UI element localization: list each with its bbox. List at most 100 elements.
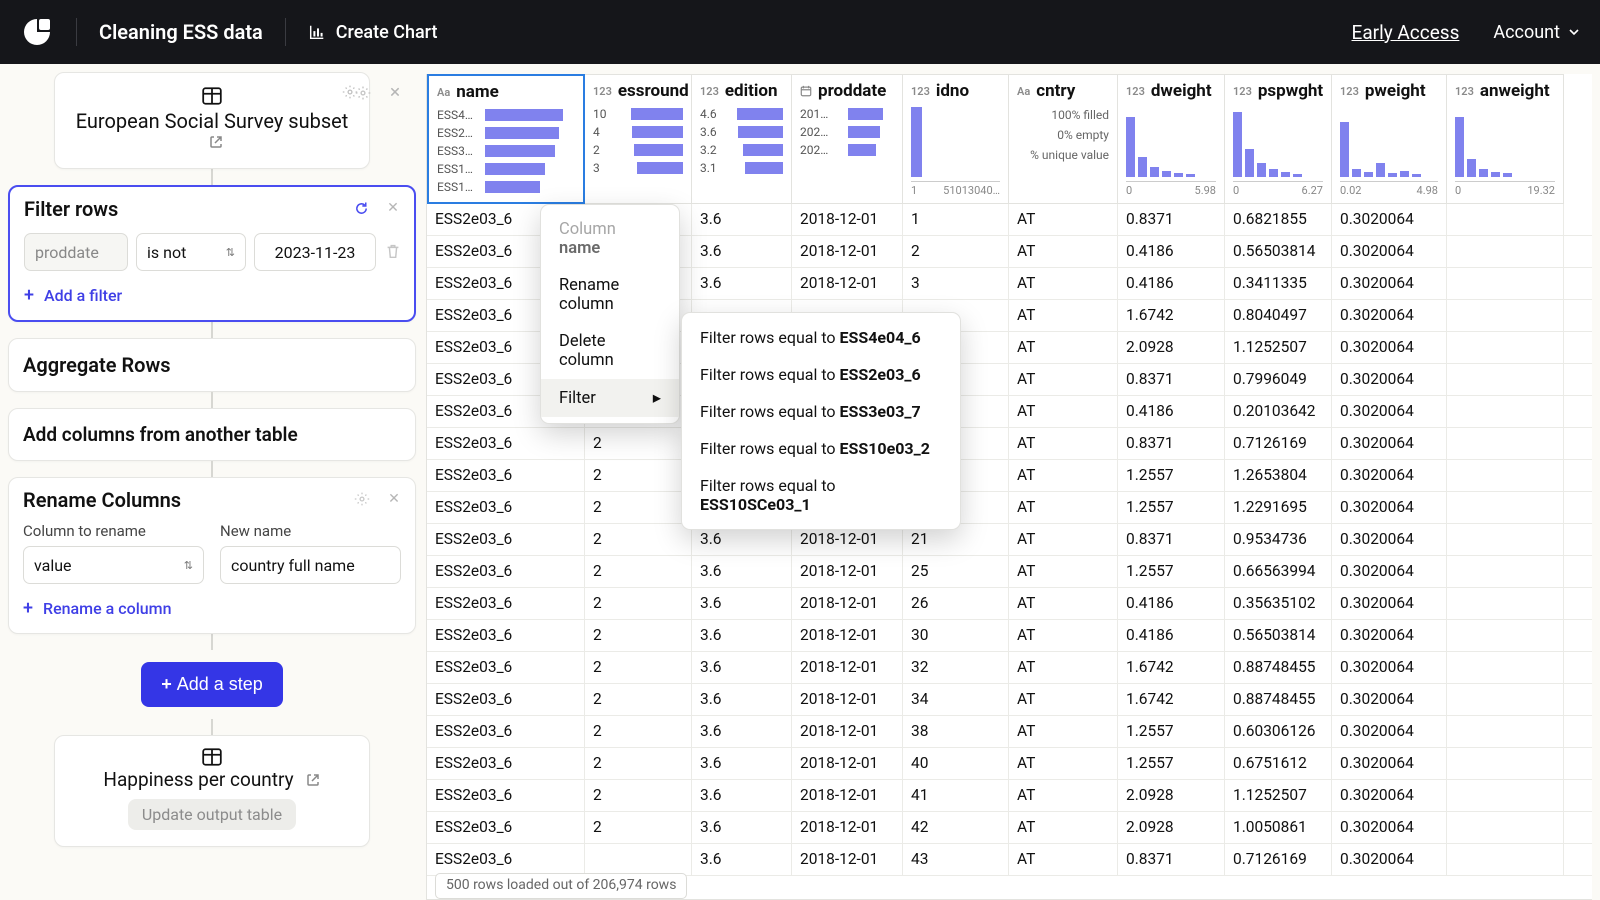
table-row[interactable]: ESS2e03_62AT1.25571.26538040.3020064 <box>427 460 1592 492</box>
cell-anweight <box>1447 620 1564 651</box>
column-header-pweight[interactable]: 123pweight0.024.98 <box>1332 74 1447 204</box>
cell-edition: 3.6 <box>692 236 792 267</box>
cell-cntry: AT <box>1009 236 1118 267</box>
ctx-delete-column[interactable]: Delete column <box>541 323 679 379</box>
table-row[interactable]: ESS2e03_623.62018-12-0125AT1.25570.66563… <box>427 556 1592 588</box>
create-chart-button[interactable]: Create Chart <box>308 22 438 43</box>
add-filter-link[interactable]: Add a filter <box>24 285 400 306</box>
cell-pspwght: 0.6751612 <box>1225 748 1332 779</box>
filter-equal-option[interactable]: Filter rows equal to ESS2e03_6 <box>682 356 960 393</box>
filter-equal-option[interactable]: Filter rows equal to ESS10e03_2 <box>682 430 960 467</box>
app-logo[interactable] <box>20 15 54 49</box>
table-row[interactable]: ESS2e03_623.62018-12-0134AT1.67420.88748… <box>427 684 1592 716</box>
filter-equal-option[interactable]: Filter rows equal to ESS3e03_7 <box>682 393 960 430</box>
column-header-proddate[interactable]: proddate201…202…202… <box>792 74 903 204</box>
table-row[interactable]: ESS2e03_623.62018-12-0140AT1.25570.67516… <box>427 748 1592 780</box>
column-header-essround[interactable]: 123essround10423 <box>585 74 692 204</box>
cell-name: ESS2e03_6 <box>427 652 585 683</box>
cell-pweight: 0.3020064 <box>1332 364 1447 395</box>
refresh-icon[interactable] <box>353 200 370 217</box>
cell-idno: 34 <box>903 684 1009 715</box>
add-step-button[interactable]: Add a step <box>141 662 283 707</box>
step-aggregate-rows[interactable]: Aggregate Rows <box>8 338 416 392</box>
cell-pweight: 0.3020064 <box>1332 588 1447 619</box>
ctx-filter[interactable]: Filter ▸ <box>541 379 679 417</box>
cell-dweight: 0.8371 <box>1118 364 1225 395</box>
cell-essround: 2 <box>585 524 692 555</box>
cell-idno: 38 <box>903 716 1009 747</box>
table-row[interactable]: ESS2e03_623.62018-12-0126AT0.41860.35635… <box>427 588 1592 620</box>
trash-icon[interactable] <box>384 242 402 262</box>
close-icon[interactable] <box>384 199 402 217</box>
table-row[interactable]: ESS2e03_623.62018-12-0142AT2.09281.00508… <box>427 812 1592 844</box>
gear-icon[interactable] <box>353 490 371 508</box>
divider <box>76 18 77 46</box>
column-header-pspwght[interactable]: 123pspwght06.27 <box>1225 74 1332 204</box>
cell-essround: 2 <box>585 620 692 651</box>
output-table-card[interactable]: Happiness per country Update output tabl… <box>54 735 370 847</box>
account-menu[interactable]: Account <box>1493 22 1580 43</box>
column-header-dweight[interactable]: 123dweight05.98 <box>1118 74 1225 204</box>
column-header-idno[interactable]: 123idno151013040… <box>903 74 1009 204</box>
cell-pweight: 0.3020064 <box>1332 684 1447 715</box>
cell-edition: 3.6 <box>692 812 792 843</box>
cell-anweight <box>1447 556 1564 587</box>
rows-loaded-footer: 500 rows loaded out of 206,974 rows <box>435 873 687 899</box>
step-join-table[interactable]: Add columns from another table <box>8 408 416 461</box>
filter-equal-option[interactable]: Filter rows equal to ESS4e04_6 <box>682 319 960 356</box>
table-row[interactable]: ESS2e03_623.62018-12-0130AT0.41860.56503… <box>427 620 1592 652</box>
update-output-button[interactable]: Update output table <box>128 799 296 830</box>
rename-new-input[interactable]: country full name <box>220 546 401 584</box>
table-row[interactable]: ESS2e03_62AT0.83710.71261690.3020064 <box>427 428 1592 460</box>
column-header-cntry[interactable]: Aacntry100% filled0% empty% unique value <box>1009 74 1118 204</box>
cell-pspwght: 0.6821855 <box>1225 204 1332 235</box>
close-icon[interactable] <box>385 490 403 508</box>
column-header-anweight[interactable]: 123anweight019.32 <box>1447 74 1564 204</box>
cell-dweight: 1.6742 <box>1118 300 1225 331</box>
ctx-rename-column[interactable]: Rename column <box>541 267 679 323</box>
close-icon[interactable] <box>386 84 404 102</box>
cell-cntry: AT <box>1009 460 1118 491</box>
filter-operator-value: is not <box>147 243 186 262</box>
add-rename-link[interactable]: Rename a column <box>23 598 401 619</box>
filter-operator-select[interactable]: is not ⇅ <box>136 233 246 271</box>
chevron-right-icon: ▸ <box>653 388 661 408</box>
cell-anweight <box>1447 716 1564 747</box>
gear-icon[interactable] <box>354 84 372 102</box>
column-header-edition[interactable]: 123edition4.63.63.23.1 <box>692 74 792 204</box>
filter-equal-option[interactable]: Filter rows equal to ESS10SCe03_1 <box>682 467 960 523</box>
step-filter-rows[interactable]: Filter rows proddate is not ⇅ 2023-11-23… <box>8 185 416 322</box>
filter-field-input[interactable]: proddate <box>24 233 128 271</box>
cell-dweight: 0.4186 <box>1118 588 1225 619</box>
table-row[interactable]: ESS2e03_623.62018-12-0132AT1.67420.88748… <box>427 652 1592 684</box>
cell-dweight: 0.4186 <box>1118 268 1225 299</box>
cell-anweight <box>1447 780 1564 811</box>
rename-column-select[interactable]: value ⇅ <box>23 546 204 584</box>
cell-anweight <box>1447 524 1564 555</box>
cell-essround <box>585 844 692 875</box>
column-header-name[interactable]: AanameESS4e…ESS2e…ESS3e…ESS10…ESS10… <box>427 74 585 204</box>
page-title: Cleaning ESS data <box>99 20 263 44</box>
table-row[interactable]: ESS2e03_623.62018-12-0138AT1.25570.60306… <box>427 716 1592 748</box>
step-title: Filter rows <box>24 197 400 221</box>
early-access-link[interactable]: Early Access <box>1352 21 1460 44</box>
table-row[interactable]: ESS2e03_623.62018-12-0141AT2.09281.12525… <box>427 780 1592 812</box>
output-name: Happiness per country <box>103 768 293 791</box>
cell-cntry: AT <box>1009 748 1118 779</box>
cell-name: ESS2e03_6 <box>427 780 585 811</box>
step-rename-columns[interactable]: Rename Columns Column to rename value ⇅ … <box>8 477 416 634</box>
source-table-card[interactable]: European Social Survey subset <box>54 72 370 169</box>
cell-pspwght: 0.9534736 <box>1225 524 1332 555</box>
filter-value-input[interactable]: 2023-11-23 <box>254 233 376 271</box>
table-row[interactable]: ESS2e03_623.62018-12-0121AT0.83710.95347… <box>427 524 1592 556</box>
cell-essround: 2 <box>585 652 692 683</box>
cell-idno: 41 <box>903 780 1009 811</box>
cell-pspwght: 1.1252507 <box>1225 332 1332 363</box>
cell-pspwght: 0.56503814 <box>1225 236 1332 267</box>
cell-pspwght: 1.1252507 <box>1225 780 1332 811</box>
table-row[interactable]: ESS2e03_63.62018-12-0143AT0.83710.712616… <box>427 844 1592 876</box>
table-row[interactable]: ESS2e03_623.62018-12-0120AT1.25571.22916… <box>427 492 1592 524</box>
cell-anweight <box>1447 492 1564 523</box>
column-context-menu: Column name Rename column Delete column … <box>540 204 680 424</box>
cell-dweight: 1.2557 <box>1118 716 1225 747</box>
